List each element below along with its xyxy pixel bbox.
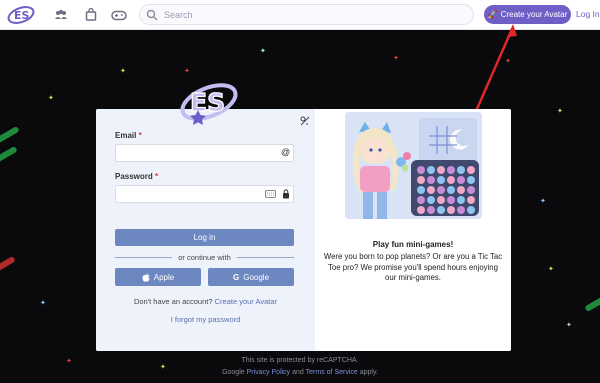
search-bar[interactable] [139, 4, 474, 25]
decor-streak [0, 145, 18, 165]
star-icon: ✦ [505, 58, 511, 65]
everskies-logo-icon: ES [180, 83, 238, 125]
apple-login-button[interactable]: Apple [115, 268, 201, 286]
apple-icon [142, 272, 150, 282]
star-icon: ✦ [393, 55, 399, 62]
login-card: Email * @ Password * Log in or continue … [96, 109, 511, 351]
svg-text:ES: ES [190, 88, 225, 117]
divider-line [236, 256, 294, 258]
google-text: Google [222, 369, 245, 376]
star-icon: ✦ [548, 266, 554, 273]
search-icon [146, 9, 158, 20]
shop-bag-icon[interactable] [84, 8, 98, 22]
no-account-text: Don't have an account? [133, 297, 213, 306]
recaptcha-notice: This site is protected by reCAPTCHA. [241, 357, 359, 364]
star-icon: ✦ [184, 68, 190, 75]
password-label: Password * [115, 172, 159, 181]
login-form-panel: Email * @ Password * Log in or continue … [96, 109, 315, 351]
terms-of-service-link[interactable]: Terms of Service [306, 369, 358, 376]
star-icon: ✦ [48, 95, 54, 102]
create-avatar-label: Create your Avatar [500, 10, 568, 19]
apply-text: apply. [359, 369, 378, 376]
email-label: Email * [115, 131, 142, 140]
svg-text:ES: ES [14, 9, 30, 22]
recaptcha-policy-line: Google Privacy Policy and Terms of Servi… [0, 369, 600, 376]
decor-streak [0, 125, 20, 145]
star-icon: ✦ [260, 48, 266, 55]
google-icon: G [232, 272, 240, 282]
theme-toggle-icon[interactable] [300, 116, 310, 126]
or-continue-with-divider: or continue with [115, 252, 294, 262]
top-navigation-bar: ES 🚀 Create your Avatar Log In [0, 0, 600, 30]
star-icon: ✦ [540, 198, 546, 205]
google-login-button[interactable]: G Google [208, 268, 294, 286]
privacy-policy-link[interactable]: Privacy Policy [247, 369, 291, 376]
at-sign-icon: @ [281, 147, 291, 157]
promo-text: Were you born to pop planets? Or are you… [323, 252, 503, 283]
search-input[interactable] [164, 9, 473, 20]
divider-line [115, 256, 173, 258]
logo-icon[interactable]: ES [6, 3, 36, 27]
rocket-icon: 🚀 [487, 10, 498, 19]
star-icon: ✦ [120, 68, 126, 75]
star-icon: ✦ [557, 108, 563, 115]
password-field[interactable] [115, 185, 294, 203]
login-button[interactable]: Log in [115, 229, 294, 246]
signup-prompt: Don't have an account? Create your Avata… [96, 297, 315, 306]
forgot-password-row: I forgot my password [96, 315, 315, 324]
promo-panel: Play fun mini-games! Were you born to po… [315, 109, 511, 351]
create-avatar-link[interactable]: Create your Avatar [215, 297, 277, 306]
promo-illustration [345, 112, 482, 219]
star-icon: ✦ [566, 322, 572, 329]
decor-streak [0, 255, 16, 275]
create-avatar-button[interactable]: 🚀 Create your Avatar [484, 5, 571, 24]
keyboard-icon[interactable] [265, 190, 276, 198]
forgot-password-link[interactable]: I forgot my password [171, 315, 241, 324]
promo-title: Play fun mini-games! [372, 240, 454, 249]
gamepad-icon[interactable] [111, 8, 127, 22]
login-link[interactable]: Log In [576, 9, 600, 19]
or-continue-with-text: or continue with [178, 252, 231, 262]
google-button-label: Google [243, 272, 270, 282]
apple-button-label: Apple [153, 272, 175, 282]
community-icon[interactable] [54, 8, 68, 22]
star-icon: ✦ [40, 300, 46, 307]
password-input[interactable] [120, 188, 270, 200]
and-text: and [292, 369, 304, 376]
email-input[interactable] [120, 147, 270, 159]
email-field[interactable]: @ [115, 144, 294, 162]
lock-icon [283, 189, 289, 199]
decor-streak [584, 293, 600, 313]
